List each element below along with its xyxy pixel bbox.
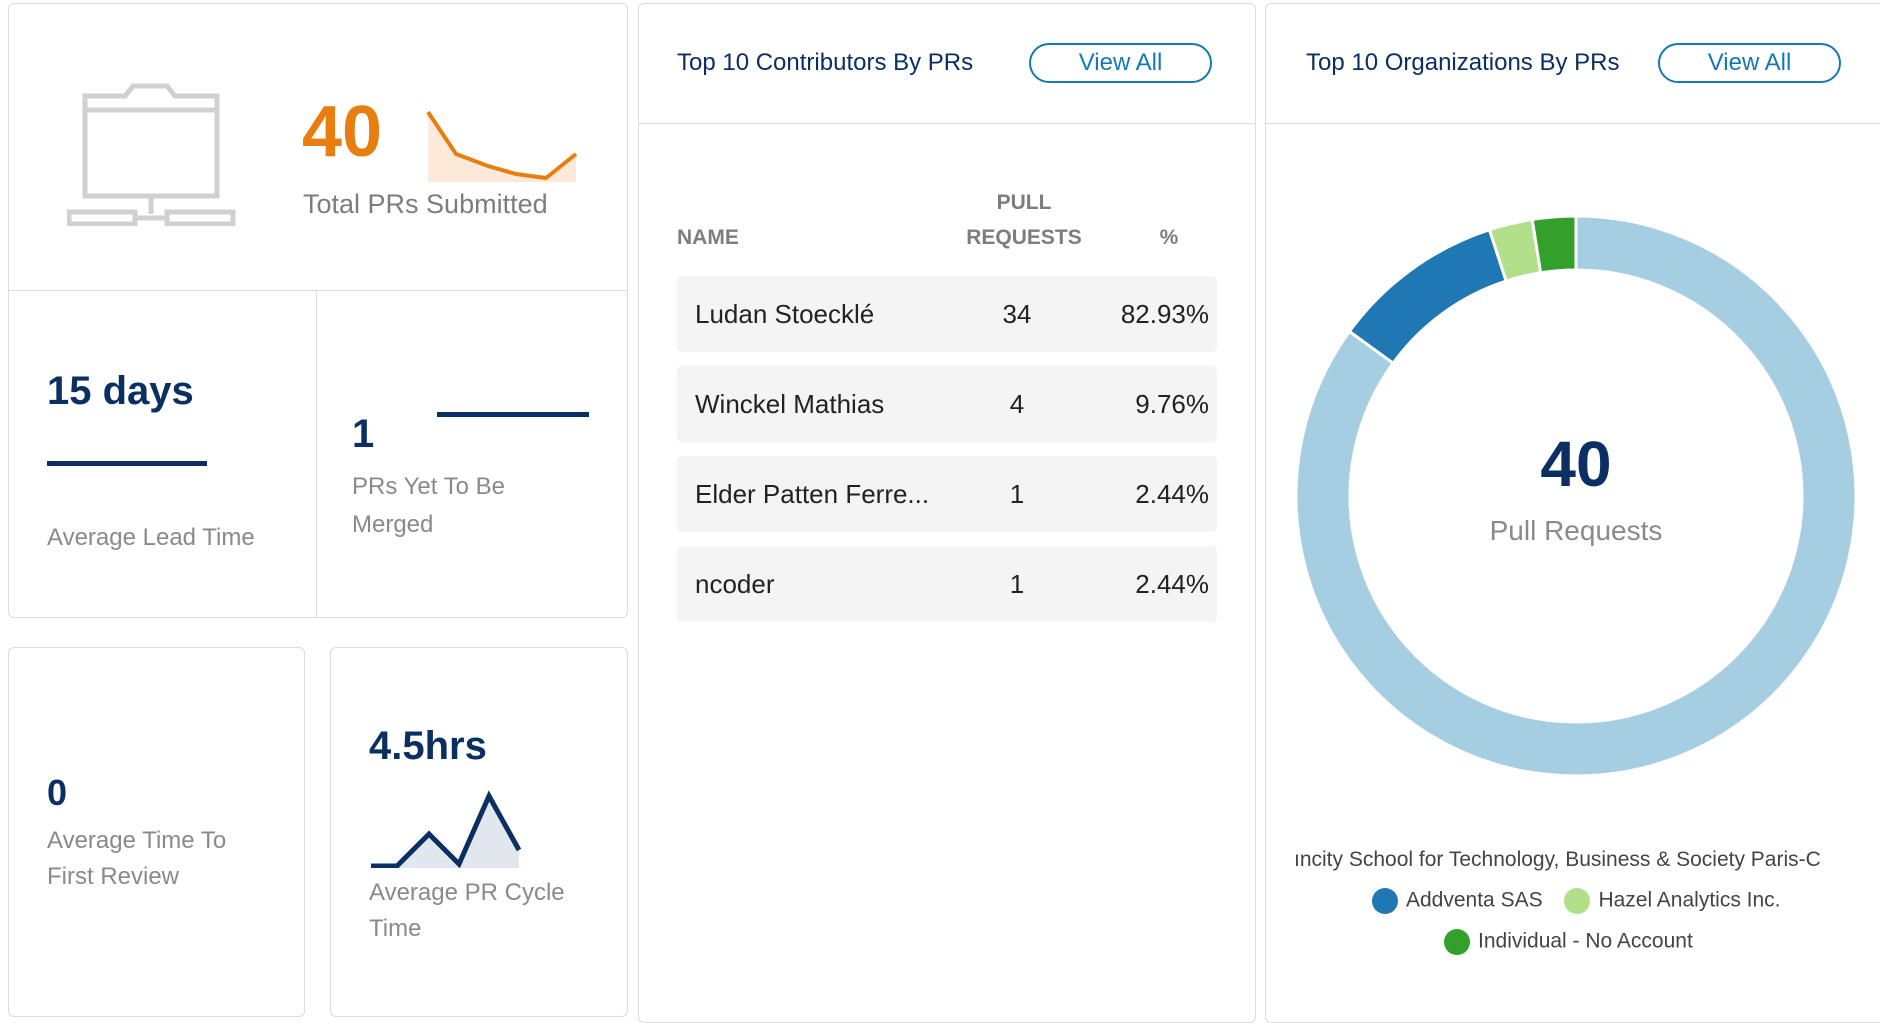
cycle-time-label-line2: Time	[369, 915, 422, 942]
table-row[interactable]: Winckel Mathias 4 9.76%	[677, 366, 1217, 442]
yet-to-merge-value: 1	[352, 412, 375, 456]
top-contributors-card: Top 10 Contributors By PRs View All NAME…	[638, 3, 1256, 1023]
contributors-title: Top 10 Contributors By PRs	[677, 49, 974, 76]
legend-item-clipped[interactable]: ıncity School for Technology, Business &…	[1294, 848, 1879, 872]
lead-time-value: 15 days	[47, 369, 194, 413]
legend-row-2: Addventa SAS Hazel Analytics Inc.	[1364, 888, 1789, 914]
legend-label: Hazel Analytics Inc.	[1598, 888, 1781, 912]
cycle-time-label-line1: Average PR Cycle	[369, 879, 565, 906]
contributor-name: Elder Patten Ferre...	[695, 479, 930, 509]
donut-center-label: Pull Requests	[1489, 515, 1663, 546]
column-header-requests: REQUESTS	[966, 226, 1082, 249]
legend-dot-icon	[1564, 888, 1591, 914]
organizations-view-all-button[interactable]: View All	[1658, 43, 1841, 83]
contributor-percent: 82.93%	[1120, 299, 1209, 329]
column-header-percent: %	[1159, 226, 1179, 249]
column-header-pull: PULL	[996, 191, 1052, 214]
legend-item-addventa[interactable]: Addventa SAS	[1372, 888, 1543, 914]
average-lead-time: 15 days Average Lead Time	[9, 291, 317, 617]
folder-network-icon	[67, 83, 236, 226]
donut-slice[interactable]	[1530, 214, 1578, 275]
legend-dot-icon	[1372, 888, 1398, 914]
contributor-name: Winckel Mathias	[695, 389, 885, 419]
contributor-pr-count: 4	[1009, 389, 1025, 419]
organizations-title: Top 10 Organizations By PRs	[1306, 49, 1620, 76]
yet-to-merge-trendline	[437, 412, 589, 417]
contributor-pr-count: 34	[1002, 299, 1032, 329]
cycle-time-value: 4.5hrs	[369, 724, 487, 768]
table-row[interactable]: Elder Patten Ferre... 1 2.44%	[677, 456, 1217, 532]
legend-label: ıncity School for Technology, Business &…	[1294, 848, 1821, 871]
donut-slice[interactable]	[1347, 227, 1509, 366]
contributor-percent: 9.76%	[1135, 389, 1209, 419]
total-prs-sparkline	[426, 110, 578, 182]
legend-label: Individual - No Account	[1478, 929, 1693, 953]
legend-row-3: Individual - No Account	[1436, 929, 1701, 955]
total-prs-card: 40 Total PRs Submitted 15 days Average L…	[8, 3, 628, 618]
first-review-card: 0 Average Time To First Review	[8, 647, 305, 1017]
table-row[interactable]: Ludan Stoecklé 34 82.93%	[677, 276, 1217, 352]
first-review-label-line1: Average Time To	[47, 827, 227, 854]
contributor-pr-count: 1	[1009, 569, 1025, 599]
donut-center-value: 40	[1540, 428, 1612, 500]
total-prs-value: 40	[302, 92, 383, 172]
contributor-percent: 2.44%	[1135, 569, 1209, 599]
cycle-time-card: 4.5hrs Average PR Cycle Time	[330, 647, 628, 1017]
contributor-name: ncoder	[695, 569, 775, 599]
legend-item-individual[interactable]: Individual - No Account	[1444, 929, 1693, 955]
legend-item-hazel[interactable]: Hazel Analytics Inc.	[1564, 888, 1781, 914]
top-organizations-card: Top 10 Organizations By PRs View All 40 …	[1265, 3, 1880, 1023]
first-review-label-line2: First Review	[47, 863, 180, 890]
contributor-pr-count: 1	[1009, 479, 1025, 509]
legend-label: Addventa SAS	[1406, 888, 1543, 912]
column-header-name: NAME	[677, 226, 739, 249]
organizations-header: Top 10 Organizations By PRs View All	[1266, 4, 1880, 124]
cycle-time-sparkline	[371, 790, 522, 868]
total-prs-label: Total PRs Submitted	[303, 189, 548, 219]
contributors-view-all-button[interactable]: View All	[1029, 43, 1212, 83]
first-review-value: 0	[47, 772, 68, 813]
yet-to-merge-label-line2: Merged	[352, 511, 434, 538]
table-row[interactable]: ncoder 1 2.44%	[677, 546, 1217, 622]
total-prs-section: 40 Total PRs Submitted	[9, 4, 627, 291]
prs-yet-to-be-merged: 1 PRs Yet To Be Merged	[317, 291, 627, 617]
contributor-percent: 2.44%	[1135, 479, 1209, 509]
legend-dot-icon	[1444, 929, 1470, 955]
yet-to-merge-label-line1: PRs Yet To Be	[352, 473, 505, 500]
contributor-name: Ludan Stoecklé	[695, 299, 875, 329]
lead-time-trendline	[47, 461, 207, 466]
lead-time-label: Average Lead Time	[47, 524, 255, 551]
contributors-header: Top 10 Contributors By PRs View All	[639, 4, 1255, 124]
